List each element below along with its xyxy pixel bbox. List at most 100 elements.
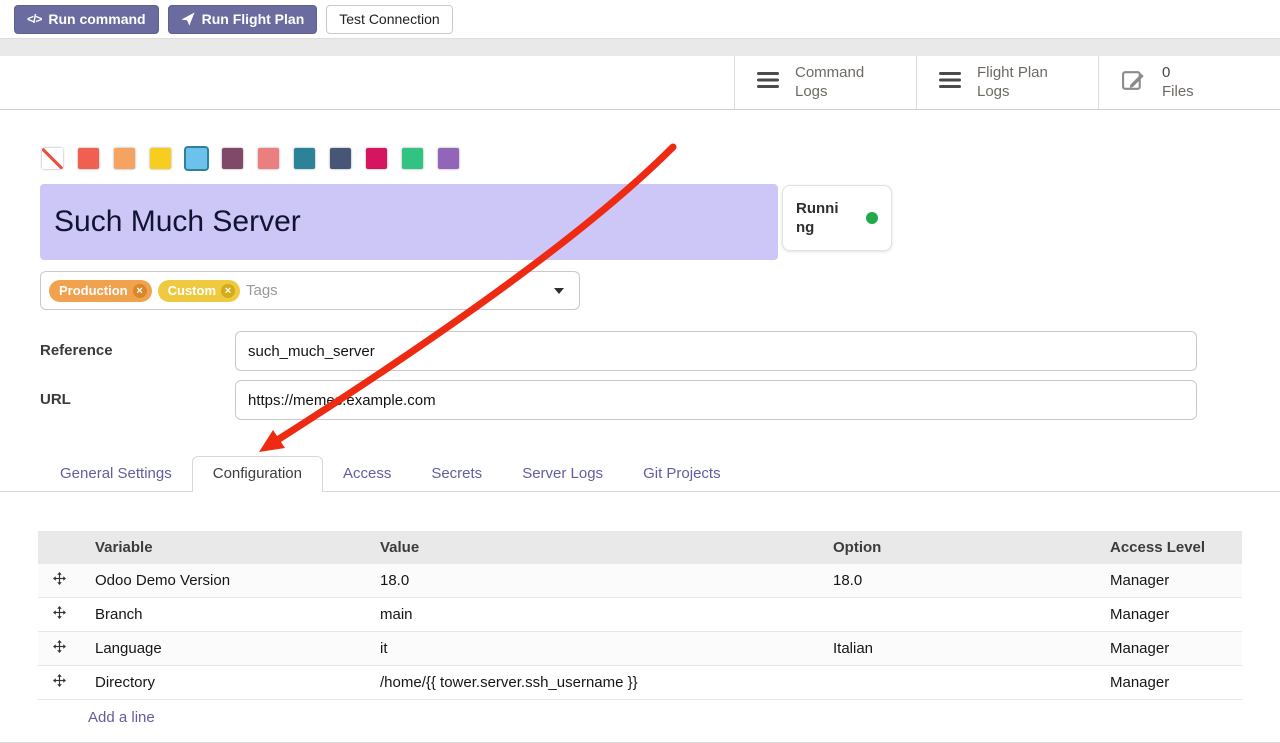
add-line-row: Add a line — [38, 700, 1242, 737]
files-button[interactable]: 0 Files — [1098, 56, 1280, 109]
run-flight-plan-label: Run Flight Plan — [202, 11, 305, 27]
top-toolbar: </> Run command Run Flight Plan Test Con… — [0, 0, 1280, 38]
add-a-line-link[interactable]: Add a line — [88, 709, 155, 726]
list-lines-icon — [939, 71, 961, 94]
edit-pencil-icon — [1121, 68, 1146, 98]
table-row[interactable]: Branchmain Manager — [38, 598, 1242, 632]
server-name-input[interactable] — [40, 184, 778, 260]
server-form-page: </> Run command Run Flight Plan Test Con… — [0, 0, 1280, 742]
table-header-cell: Option — [818, 531, 1095, 564]
tab-server-logs[interactable]: Server Logs — [502, 457, 623, 491]
list-lines-icon — [757, 71, 779, 94]
tab-secrets[interactable]: Secrets — [411, 457, 502, 491]
drag-handle-icon[interactable] — [53, 640, 66, 653]
tag-remove-icon[interactable]: × — [133, 284, 147, 298]
cell-variable[interactable]: Branch — [80, 598, 365, 632]
cell-variable[interactable]: Language — [80, 632, 365, 666]
table-header-cell: Variable — [80, 531, 365, 564]
cell-access-level[interactable]: Manager — [1095, 598, 1242, 632]
command-logs-label: Command Logs — [795, 64, 864, 102]
cell-variable[interactable]: Directory — [80, 666, 365, 700]
reference-field-row: Reference — [40, 331, 1280, 371]
swatch-color[interactable] — [438, 148, 459, 169]
tag-label: Production — [59, 283, 128, 298]
command-logs-button[interactable]: Command Logs — [734, 56, 916, 109]
tag-remove-icon[interactable]: × — [221, 284, 235, 298]
swatch-color[interactable] — [258, 148, 279, 169]
config-table-body: Odoo Demo Version18.018.0ManagerBranchma… — [38, 564, 1242, 700]
cell-option[interactable]: Italian — [818, 632, 1095, 666]
swatch-color[interactable] — [78, 148, 99, 169]
dropdown-caret-icon[interactable] — [554, 288, 564, 294]
tag-list: Production × Custom × — [49, 280, 240, 302]
cell-option[interactable]: 18.0 — [818, 564, 1095, 598]
configuration-table: VariableValueOptionAccess Level Odoo Dem… — [38, 531, 1242, 736]
separator-strip — [0, 38, 1280, 56]
table-header-cell: Value — [365, 531, 818, 564]
swatch-color[interactable] — [150, 148, 171, 169]
swatch-color[interactable] — [294, 148, 315, 169]
run-command-button[interactable]: </> Run command — [14, 5, 159, 34]
status-dot-icon — [866, 212, 878, 224]
tags-input[interactable]: Production × Custom × Tags — [40, 271, 580, 310]
status-badge[interactable]: Running — [782, 185, 892, 251]
flight-plan-logs-label: Flight Plan Logs — [977, 64, 1048, 102]
tag-label: Custom — [168, 283, 216, 298]
drag-handle-icon[interactable] — [53, 572, 66, 585]
tab-general-settings[interactable]: General Settings — [40, 457, 192, 491]
row-drag-cell — [38, 632, 80, 666]
test-connection-button[interactable]: Test Connection — [326, 5, 452, 34]
swatch-color[interactable] — [222, 148, 243, 169]
tab-configuration[interactable]: Configuration — [192, 456, 323, 492]
cell-value[interactable]: it — [365, 632, 818, 666]
tag-custom[interactable]: Custom × — [158, 280, 240, 302]
drag-handle-icon[interactable] — [53, 606, 66, 619]
files-label: 0 Files — [1162, 64, 1194, 102]
tabs: General SettingsConfigurationAccessSecre… — [0, 455, 1280, 492]
row-drag-cell — [38, 598, 80, 632]
swatch-color[interactable] — [402, 148, 423, 169]
swatch-color[interactable] — [330, 148, 351, 169]
table-header-handle — [38, 531, 80, 564]
table-row[interactable]: LanguageitItalianManager — [38, 632, 1242, 666]
color-swatches — [42, 148, 1280, 169]
cell-option[interactable] — [818, 666, 1095, 700]
drag-handle-icon[interactable] — [53, 674, 66, 687]
table-header-cell: Access Level — [1095, 531, 1242, 564]
tag-production[interactable]: Production × — [49, 280, 152, 302]
test-connection-label: Test Connection — [339, 11, 439, 27]
cell-variable[interactable]: Odoo Demo Version — [80, 564, 365, 598]
cell-value[interactable]: 18.0 — [365, 564, 818, 598]
cell-value[interactable]: /home/{{ tower.server.ssh_username }} — [365, 666, 818, 700]
annotation-arrow-head — [259, 430, 285, 452]
tags-placeholder: Tags — [246, 282, 278, 299]
reference-label: Reference — [40, 331, 235, 371]
cell-access-level[interactable]: Manager — [1095, 564, 1242, 598]
status-label: Running — [796, 199, 844, 238]
swatch-no-color[interactable] — [42, 148, 63, 169]
url-field-row: URL — [40, 380, 1280, 420]
row-drag-cell — [38, 564, 80, 598]
cell-option[interactable] — [818, 598, 1095, 632]
tab-access[interactable]: Access — [323, 457, 411, 491]
config-table-head-row: VariableValueOptionAccess Level — [38, 531, 1242, 564]
swatch-color[interactable] — [186, 148, 207, 169]
table-row[interactable]: Directory/home/{{ tower.server.ssh_usern… — [38, 666, 1242, 700]
cell-access-level[interactable]: Manager — [1095, 632, 1242, 666]
tab-git-projects[interactable]: Git Projects — [623, 457, 741, 491]
form-header: Command Logs Flight Plan Logs 0 Files — [0, 56, 1280, 110]
row-drag-cell — [38, 666, 80, 700]
cell-access-level[interactable]: Manager — [1095, 666, 1242, 700]
flight-plan-logs-button[interactable]: Flight Plan Logs — [916, 56, 1098, 109]
reference-input[interactable] — [235, 331, 1197, 371]
url-input[interactable] — [235, 380, 1197, 420]
run-command-label: Run command — [48, 11, 145, 27]
run-flight-plan-button[interactable]: Run Flight Plan — [168, 5, 318, 34]
table-row[interactable]: Odoo Demo Version18.018.0Manager — [38, 564, 1242, 598]
cell-value[interactable]: main — [365, 598, 818, 632]
swatch-color[interactable] — [114, 148, 135, 169]
code-icon: </> — [27, 12, 41, 26]
paper-plane-icon — [181, 12, 195, 26]
title-row: Running — [40, 184, 1280, 260]
swatch-color[interactable] — [366, 148, 387, 169]
